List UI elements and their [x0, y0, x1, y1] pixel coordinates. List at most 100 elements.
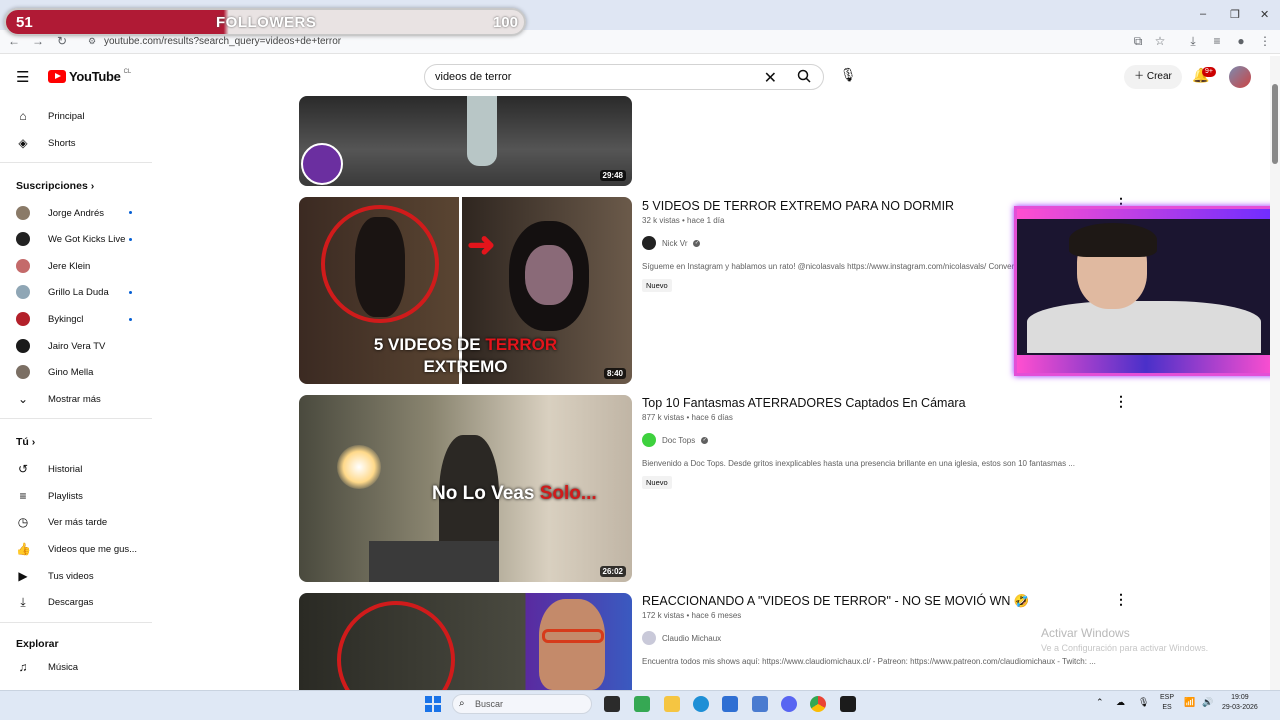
more-options-icon[interactable]: ⋮ [1114, 393, 1128, 410]
sidebar-item-sub[interactable]: Jorge Andrés [16, 203, 104, 223]
like-icon: 👍 [16, 542, 31, 556]
widgets-icon[interactable] [634, 696, 650, 712]
sidebar-item-playlists[interactable]: ≡ Playlists [16, 486, 82, 506]
sidebar-item-sub[interactable]: We Got Kicks Live [16, 229, 125, 249]
sidebar-label: Jorge Andrés [48, 207, 104, 219]
windows-start-icon[interactable] [425, 696, 441, 712]
thumbnail-caption: No Lo Veas Solo... [432, 483, 597, 505]
taskbar-search[interactable]: ⌕ Buscar [452, 694, 592, 714]
mic-icon[interactable]: 🎙 [838, 67, 858, 87]
channel-link[interactable]: Doc Tops ✓ [642, 433, 709, 447]
sidebar-item-sub[interactable]: Grillo La Duda [16, 282, 109, 302]
channel-avatar [16, 285, 30, 299]
channel-link[interactable]: Nick Vr ✓ [642, 236, 701, 250]
object [369, 541, 499, 582]
clock[interactable]: 19:09 29-03-2026 [1222, 693, 1258, 713]
search-icon[interactable] [797, 69, 811, 86]
streamer-body [1027, 301, 1261, 353]
task-view-icon[interactable] [604, 696, 620, 712]
cast-icon[interactable]: ⧉ [1130, 33, 1146, 49]
channel-avatar [16, 339, 30, 353]
volume-icon[interactable]: 🔊 [1202, 697, 1213, 708]
scrollbar[interactable] [1270, 56, 1280, 690]
download-icon[interactable]: ⤓ [1185, 33, 1201, 49]
wifi-icon[interactable]: 📶 [1184, 697, 1195, 708]
chrome-icon[interactable] [810, 696, 826, 712]
caption-red-text: Solo... [539, 483, 597, 504]
sidebar-item-liked[interactable]: 👍 Videos que me gus... [16, 539, 137, 559]
menu-icon[interactable]: ☰ [16, 68, 29, 86]
sidebar-item-sub[interactable]: Jairo Vera TV [16, 336, 105, 356]
app-icon[interactable] [752, 696, 768, 712]
ghost-face [525, 245, 573, 305]
downloads-icon: ⤓ [20, 594, 26, 609]
show-more-button[interactable]: ⌄ Mostrar más [16, 389, 101, 409]
new-content-dot [129, 318, 132, 321]
tray-chevron-icon[interactable]: ⌃ [1096, 697, 1104, 708]
new-content-dot [129, 238, 132, 241]
video-thumbnail[interactable]: ➜ 5 VIDEOS DE TERROR EXTREMO 8:40 [299, 197, 632, 384]
logo-text: YouTube [69, 69, 121, 84]
sidebar-item-watch-later[interactable]: ◷ Ver más tarde [16, 512, 107, 532]
language-indicator[interactable]: ESP ES [1160, 693, 1174, 713]
sidebar-item-principal[interactable]: ⌂ Principal [16, 106, 84, 126]
search-box[interactable]: videos de terror ✕ [424, 64, 824, 90]
video-thumbnail[interactable]: 29:48 [299, 96, 632, 186]
reading-list-icon[interactable]: ≡ [1209, 33, 1225, 49]
clock-time: 19:09 [1231, 694, 1249, 701]
tray-app-icon[interactable]: ☁ [1116, 697, 1125, 708]
streamer-hair [1069, 223, 1157, 257]
sidebar-item-music[interactable]: ♫ Música [16, 657, 79, 677]
caption-red-text: TERROR [485, 335, 558, 354]
url-field[interactable]: youtube.com/results?search_query=videos+… [104, 36, 341, 47]
divider [0, 418, 152, 419]
sidebar-item-sub[interactable]: Jere Klein [16, 256, 90, 276]
browser-menu-icon[interactable]: ⋮ [1257, 33, 1273, 49]
history-icon: ↺ [17, 462, 29, 476]
discord-icon[interactable] [781, 696, 797, 712]
tray-mic-icon[interactable]: 🎙 [1138, 697, 1149, 708]
video-description: Bienvenido a Doc Tops. Desde gritos inex… [642, 459, 1075, 468]
followers-goal-bar: 51 FOLLOWERS 100 [4, 8, 526, 36]
more-options-icon[interactable]: ⋮ [1114, 591, 1128, 608]
avatar[interactable] [1229, 66, 1251, 88]
sidebar-item-your-videos[interactable]: ▶ Tus videos [16, 566, 93, 586]
sidebar-label: Jairo Vera TV [48, 340, 106, 352]
channel-avatar [642, 433, 656, 447]
video-title[interactable]: 5 VIDEOS DE TERROR EXTREMO PARA NO DORMI… [642, 199, 954, 213]
obs-icon[interactable] [840, 696, 856, 712]
maximize-icon[interactable]: ❐ [1230, 8, 1240, 21]
store-icon[interactable] [722, 696, 738, 712]
scrollbar-thumb[interactable] [1272, 84, 1278, 164]
video-title[interactable]: Top 10 Fantasmas ATERRADORES Captados En… [642, 396, 966, 410]
edge-icon[interactable] [693, 696, 709, 712]
video-meta: 172 k vistas • hace 6 meses [642, 611, 742, 620]
playlists-icon: ≡ [19, 489, 27, 503]
ghost-figure [467, 96, 497, 166]
clear-search-icon[interactable]: ✕ [764, 68, 777, 88]
create-button[interactable]: ＋ Crear [1124, 65, 1182, 89]
close-window-icon[interactable]: ✕ [1260, 8, 1269, 21]
channel-link[interactable]: Claudio Michaux [642, 631, 721, 645]
file-explorer-icon[interactable] [664, 696, 680, 712]
bookmark-star-icon[interactable]: ☆ [1152, 33, 1168, 49]
sidebar-item-history[interactable]: ↺ Historial [16, 459, 82, 479]
subscriptions-heading[interactable]: Suscripciones › [16, 180, 94, 192]
sidebar-item-downloads[interactable]: ⤓ Descargas [16, 592, 93, 612]
video-thumbnail[interactable] [299, 593, 632, 690]
profile-icon[interactable]: ● [1233, 33, 1249, 49]
youtube-logo[interactable]: YouTube CL [48, 69, 131, 84]
video-duration: 29:48 [599, 170, 626, 181]
sidebar-item-sub[interactable]: Bykingcl [16, 309, 83, 329]
video-title[interactable]: REACCIONANDO A "VIDEOS DE TERROR" - NO S… [642, 594, 1029, 609]
video-thumbnail[interactable]: No Lo Veas Solo... 26:02 [299, 395, 632, 582]
channel-avatar [16, 259, 30, 273]
channel-avatar [16, 232, 30, 246]
activate-windows-title: Activar Windows [1041, 626, 1130, 640]
minimize-icon[interactable]: – [1200, 8, 1206, 20]
sidebar-item-shorts[interactable]: ◈ Shorts [16, 133, 75, 153]
sidebar-item-sub[interactable]: Gino Mella [16, 362, 93, 382]
search-input[interactable]: videos de terror [435, 71, 511, 83]
channel-avatar [301, 143, 343, 185]
you-heading[interactable]: Tú › [16, 436, 35, 448]
